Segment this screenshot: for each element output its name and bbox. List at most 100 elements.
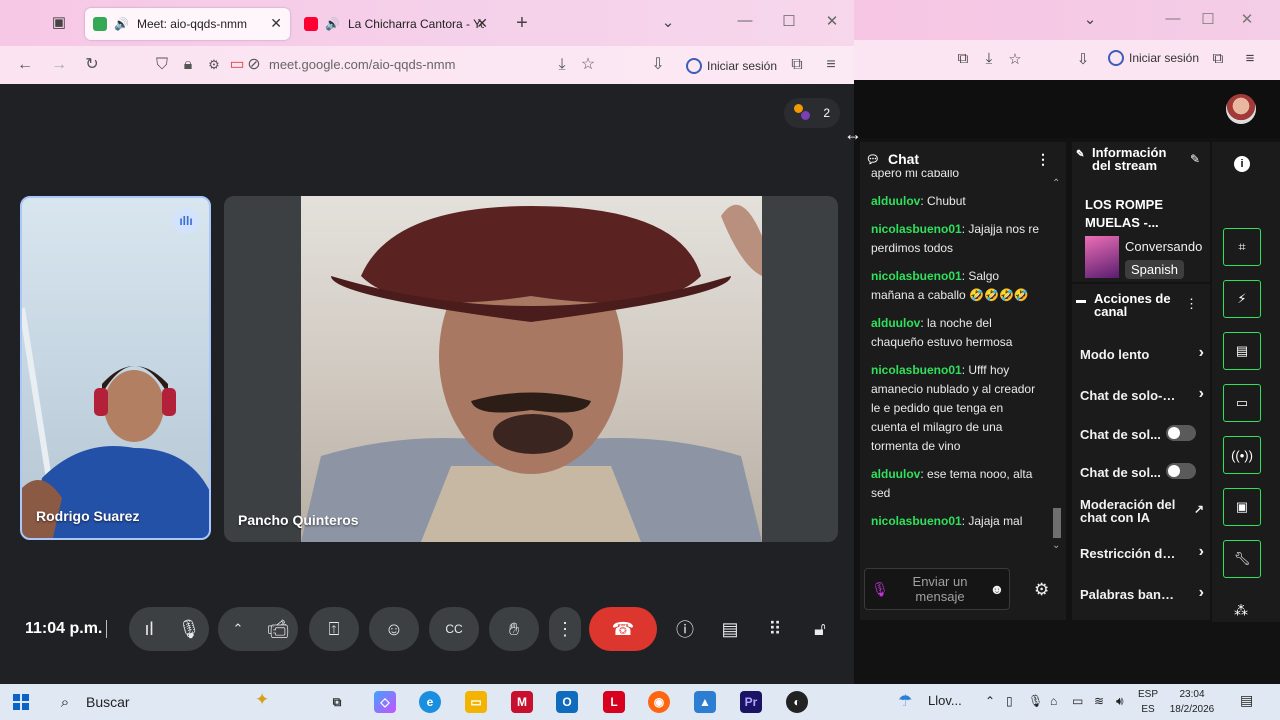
clip-icon[interactable]: ⌗ <box>1223 228 1261 266</box>
info-icon[interactable]: i <box>1234 156 1250 172</box>
action-subscribers-only[interactable]: Chat de sol... <box>1080 425 1204 442</box>
outlook-icon[interactable]: O <box>556 691 578 713</box>
gear-icon[interactable]: ⚙ <box>1034 580 1049 600</box>
task-view-icon[interactable]: ⧉ <box>326 691 348 713</box>
close-tab-icon[interactable]: ✕ <box>270 15 282 32</box>
broadcast-icon[interactable]: ((•)) <box>1223 436 1261 474</box>
chat-icon[interactable]: ▤ <box>712 607 748 651</box>
speaker-icon[interactable]: 🔊 <box>114 17 129 31</box>
edge-icon[interactable]: e <box>419 691 441 713</box>
obs-icon[interactable]: ◐ <box>786 691 808 713</box>
avatar[interactable] <box>1226 94 1256 124</box>
signin-button[interactable]: Iniciar sesión <box>1108 50 1199 66</box>
shield-icon[interactable]: ⛉ <box>151 54 173 76</box>
extensions-icon[interactable]: ⧉ <box>786 54 808 76</box>
forward-icon[interactable]: → <box>48 54 70 76</box>
leave-call-button[interactable]: ☎︎ <box>589 607 657 651</box>
tray-device-icon[interactable]: ▯ <box>1006 694 1013 708</box>
close-window-icon[interactable]: ✕ <box>822 12 842 30</box>
bolt-icon[interactable]: ⚡︎ <box>1223 280 1261 318</box>
layout-icon[interactable]: ▣ <box>1223 488 1261 526</box>
camera-button[interactable]: 📹︎ <box>258 607 298 651</box>
search-box[interactable]: ⌕ Buscar ✦ <box>50 690 302 714</box>
action-emote-only[interactable]: Chat de sol... <box>1080 463 1204 480</box>
tray-chevron-up-icon[interactable]: ⌃ <box>985 694 995 708</box>
chat-bubble-icon[interactable]: ▭ <box>1223 384 1261 422</box>
lock-icon[interactable]: 🔒︎ <box>177 54 199 76</box>
microphone-icon[interactable]: 🎙︎ <box>865 581 895 598</box>
tab-meet[interactable]: 🔊 Meet: aio-qqds-nmm ✕ <box>85 8 290 40</box>
save-page-icon[interactable]: ⤓ <box>978 50 1000 70</box>
message-username[interactable]: alduulov <box>871 467 920 481</box>
scrollbar-thumb[interactable] <box>1053 508 1061 538</box>
maximize-icon[interactable]: ☐ <box>1197 10 1219 30</box>
back-icon[interactable]: ← <box>14 54 36 76</box>
mcafee-icon[interactable]: M <box>511 691 533 713</box>
bookmark-star-icon[interactable]: ☆ <box>1004 50 1026 70</box>
scroll-up-icon[interactable]: ⌃ <box>1052 178 1060 189</box>
premiere-icon[interactable]: Pr <box>740 691 762 713</box>
tab-list-chevron-icon[interactable]: ⌄ <box>1079 10 1101 30</box>
downloads-icon[interactable]: ⇩ <box>647 54 669 76</box>
bookmark-star-icon[interactable]: ☆ <box>577 54 599 76</box>
firefox-icon[interactable]: ◉ <box>648 691 670 713</box>
raise-hand-button[interactable]: ✋︎ <box>489 607 539 651</box>
permissions-icon[interactable]: ⚙ <box>203 54 225 76</box>
chat-input[interactable]: 🎙︎ Enviar un mensaje ☻ <box>864 568 1010 610</box>
menu-icon[interactable]: ≡ <box>820 54 842 76</box>
tray-volume-icon[interactable]: 🔊︎ <box>1116 694 1124 709</box>
mic-blocked-icon[interactable]: ⊘ <box>243 54 265 76</box>
close-window-icon[interactable]: ✕ <box>1236 10 1258 30</box>
tab-youtube[interactable]: 🔊 La Chicharra Cantora - YouT ✕ <box>296 8 496 40</box>
captions-button[interactable]: CC <box>429 607 479 651</box>
more-options-button[interactable]: ⋮ <box>549 607 581 651</box>
scroll-down-icon[interactable]: ⌄ <box>1052 540 1060 551</box>
app-l-icon[interactable]: L <box>603 691 625 713</box>
url-text[interactable]: meet.google.com/aio-qqds-nmm <box>269 57 455 72</box>
more-vertical-icon[interactable]: ⋮ <box>1036 151 1050 168</box>
file-explorer-icon[interactable]: ▭ <box>465 691 487 713</box>
action-restriction[interactable]: Restricción de c › <box>1080 543 1204 561</box>
extensions-icon[interactable]: ⁂ <box>1234 602 1248 619</box>
tray-mic-icon[interactable]: 🎙︎ <box>1028 694 1043 708</box>
microphone-button[interactable]: 🎙︎ <box>169 607 209 651</box>
message-username[interactable]: nicolasbueno01 <box>871 514 962 528</box>
input-language[interactable]: ESP ES <box>1138 687 1158 717</box>
tray-battery-icon[interactable]: ▭ <box>1072 694 1083 708</box>
menu-icon[interactable]: ≡ <box>1239 50 1261 70</box>
audio-level-icon[interactable]: ıl <box>129 607 169 651</box>
minimize-icon[interactable]: — <box>1162 10 1184 30</box>
downloads-icon[interactable]: ⇩ <box>1072 50 1094 70</box>
message-username[interactable]: alduulov <box>871 316 920 330</box>
speaker-icon[interactable]: 🔊 <box>325 17 340 31</box>
action-slow-mode[interactable]: Modo lento › <box>1080 344 1204 362</box>
wrench-icon[interactable]: 🔧︎ <box>1223 540 1261 578</box>
maximize-icon[interactable]: ☐ <box>779 12 799 30</box>
notifications-icon[interactable]: ▤ <box>1240 692 1253 709</box>
message-username[interactable]: nicolasbueno01 <box>871 269 962 283</box>
toggle-switch[interactable] <box>1166 425 1196 441</box>
tab-collections-icon[interactable]: ▣ <box>48 12 70 34</box>
reader-view-icon[interactable]: ⧉ <box>952 50 974 70</box>
message-username[interactable]: alduulov <box>871 194 920 208</box>
action-ai-moderation[interactable]: Moderación del chat con IA ↗ <box>1080 498 1204 524</box>
start-button[interactable] <box>13 694 29 710</box>
meeting-details-icon[interactable]: ⓘ <box>667 607 703 651</box>
participants-button[interactable]: 2 <box>784 98 840 128</box>
close-tab-icon[interactable]: ✕ <box>476 15 488 32</box>
copilot-icon[interactable]: ◇ <box>374 691 396 713</box>
message-username[interactable]: nicolasbueno01 <box>871 222 962 236</box>
document-icon[interactable]: ▤ <box>1223 332 1261 370</box>
reactions-button[interactable]: ☺ <box>369 607 419 651</box>
chat-scrollbar[interactable]: ⌃ ⌄ <box>1050 178 1062 551</box>
minimize-icon[interactable]: — <box>735 12 755 29</box>
photos-icon[interactable]: ▲ <box>694 691 716 713</box>
tray-network-icon[interactable]: ⌂ <box>1050 694 1057 708</box>
signin-button[interactable]: Iniciar sesión <box>686 55 777 77</box>
action-followers-only[interactable]: Chat de solo-se › <box>1080 385 1204 403</box>
edit-icon[interactable]: ✎ <box>1190 152 1200 166</box>
new-tab-icon[interactable]: + <box>511 12 533 34</box>
clock[interactable]: 23:04 18/2/2026 <box>1168 687 1216 717</box>
weather-text[interactable]: Llov... <box>928 693 962 708</box>
activities-icon[interactable]: ⠿ <box>757 607 793 651</box>
